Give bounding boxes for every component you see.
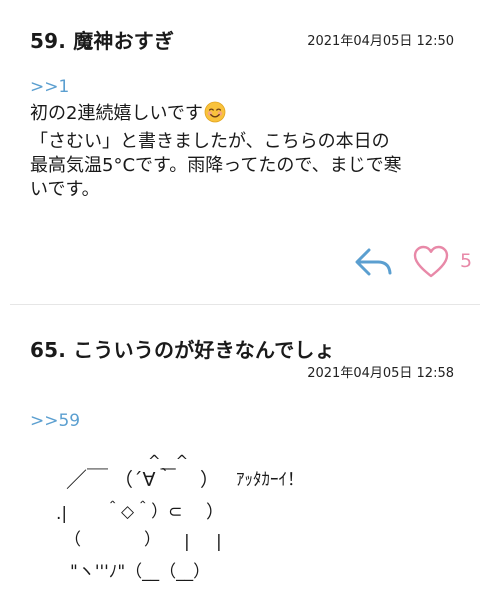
ascii-art: ^__^ ／￣ （´∀｀ ） ｱｯﾀｶｰｲ！ .| ＾◇＾）⊂ ） （ ） | … [56, 454, 356, 590]
post-body-line: 初の2連続嬉しいです [30, 101, 470, 130]
ascii-art-line: ／￣ [66, 468, 108, 492]
ascii-art-line: .| [56, 504, 68, 524]
ascii-art-line: ） [144, 530, 161, 550]
post-body-line: 最高気温5°Cです。雨降ってたので、まじで寒 [30, 155, 402, 176]
post-body: 初の2連続嬉しいです 「さむい」と書きましたが、こちらの本日の 最高気温5°Cで… [30, 101, 470, 202]
post-59: 59. 魔神おすぎ 2021年04月05日 12:50 >>1 初の2連続嬉しい… [0, 0, 480, 304]
like-count: 5 [460, 250, 473, 272]
ascii-art-line: （ [64, 530, 81, 550]
post-title: 65. こういうのが好きなんでしょ [30, 338, 335, 362]
ascii-art-line: ） [206, 502, 224, 523]
post-body-line: 「さむい」と書きましたが、こちらの本日の [30, 131, 390, 152]
post-body-text: 初の2連続嬉しいです [30, 103, 203, 124]
ascii-art-line: ｱｯﾀｶｰｲ！ [236, 470, 304, 490]
ascii-art-line: ＾◇＾）⊂ [104, 502, 183, 522]
reply-arrow-icon[interactable] [354, 246, 394, 278]
post-body-line: いです。 [30, 179, 100, 200]
ascii-art-line: "ヽ'''ﾉ"（__（__） [70, 562, 211, 582]
post-title: 59. 魔神おすぎ [30, 29, 175, 53]
post-65: 65. こういうのが好きなんでしょ 2021年04月05日 12:58 >>59… [0, 306, 480, 590]
ascii-art-line: （´∀｀ [114, 469, 175, 491]
post-timestamp: 2021年04月05日 12:50 [307, 34, 454, 49]
ascii-art-line: ） [200, 469, 220, 491]
reply-anchor-link[interactable]: >>1 [30, 77, 69, 97]
reply-anchor-link[interactable]: >>59 [30, 411, 80, 431]
heart-outline-icon[interactable] [412, 244, 450, 280]
ascii-art-line: | [216, 532, 222, 552]
smiling-face-emoji-icon [204, 101, 226, 130]
post-timestamp: 2021年04月05日 12:58 [307, 366, 454, 381]
post-actions: 5 [340, 244, 480, 280]
ascii-art-line: | [184, 532, 190, 552]
post-divider [10, 304, 480, 305]
ascii-art-line: ^__^ [148, 452, 189, 470]
